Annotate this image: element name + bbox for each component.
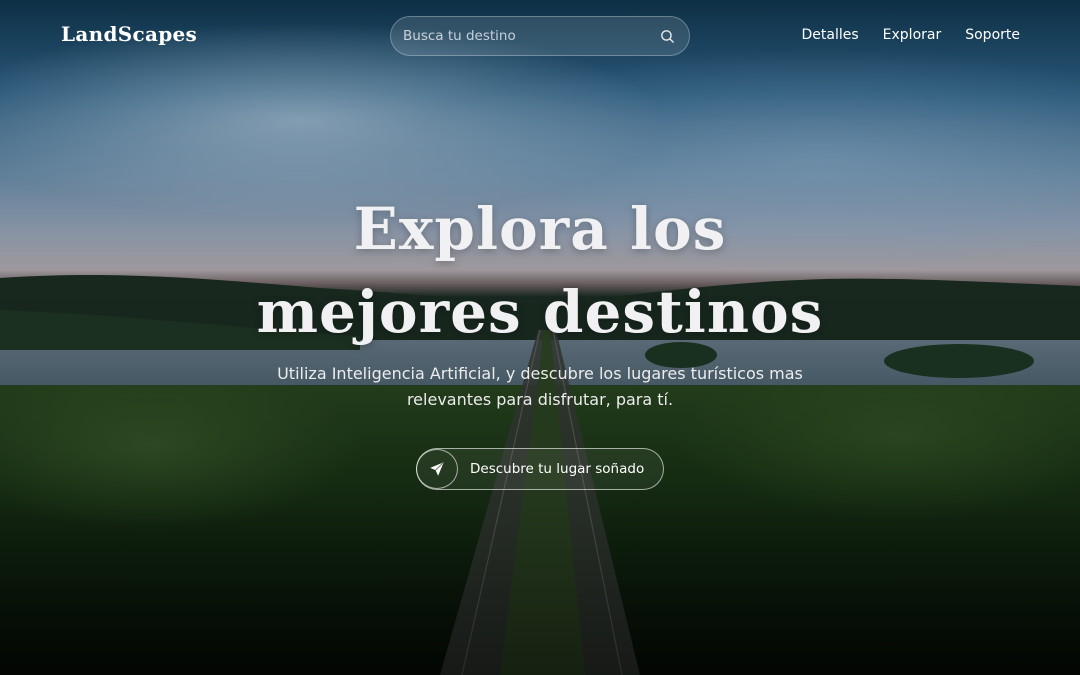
- hero-subtitle: Utiliza Inteligencia Artificial, y descu…: [277, 364, 803, 409]
- paper-plane-icon: [416, 449, 458, 489]
- discover-button[interactable]: Descubre tu lugar soñado: [416, 448, 664, 490]
- hero-background: LandScapes Detalles Explorar Soporte Exp…: [0, 0, 1080, 675]
- brand-logo[interactable]: LandScapes: [61, 22, 197, 46]
- nav-link-explorar[interactable]: Explorar: [883, 27, 942, 43]
- discover-button-label: Descubre tu lugar soñado: [470, 461, 645, 477]
- search-input[interactable]: [403, 28, 657, 44]
- nav-link-soporte[interactable]: Soporte: [965, 27, 1020, 43]
- hero-title-line-2: mejores destinos: [256, 278, 824, 346]
- hero-title: Explora los mejores destinos: [0, 188, 1080, 354]
- search-bar[interactable]: [390, 16, 690, 56]
- search-icon[interactable]: [657, 26, 677, 46]
- nav-link-detalles[interactable]: Detalles: [802, 27, 859, 43]
- hero-title-line-1: Explora los: [353, 195, 727, 263]
- top-nav: Detalles Explorar Soporte: [802, 27, 1021, 43]
